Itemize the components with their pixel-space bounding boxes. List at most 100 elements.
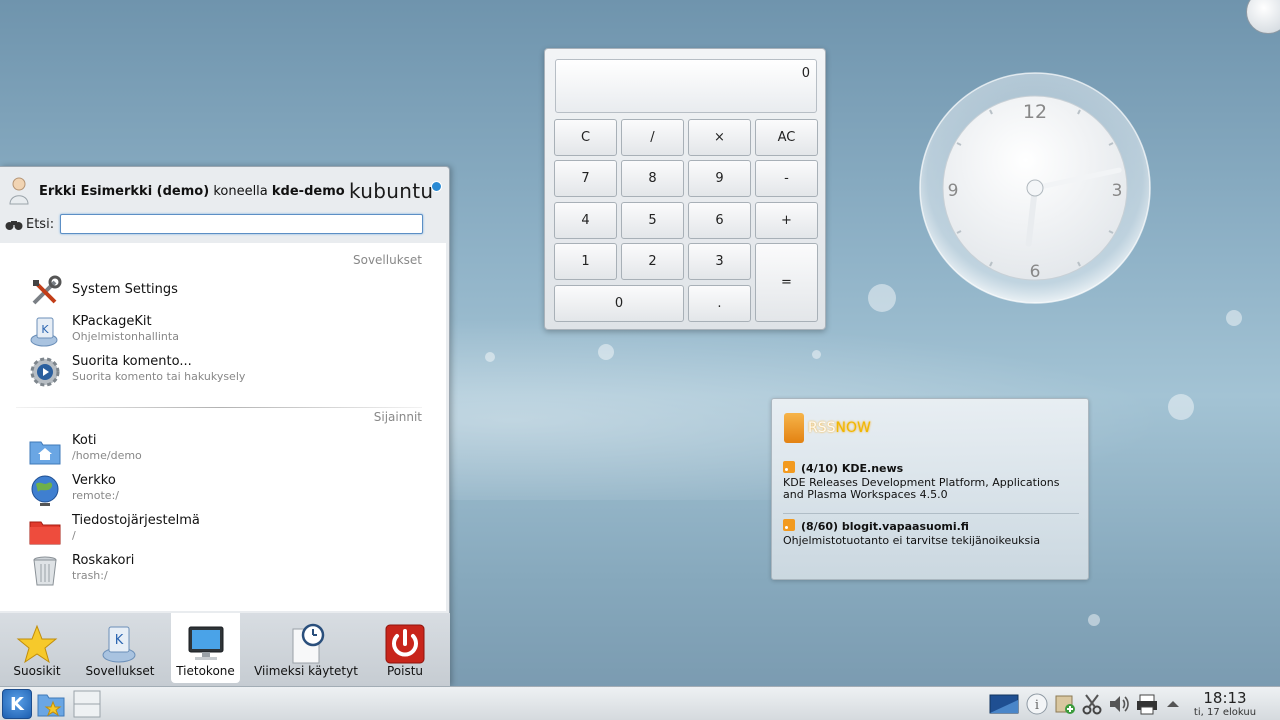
- rssnow-logo: RSSNOW: [784, 413, 871, 443]
- rss-feed-icon: [783, 461, 795, 473]
- analog-clock-widget[interactable]: 12 3 6 9: [919, 72, 1151, 304]
- list-item-system-settings[interactable]: System Settings: [28, 273, 428, 311]
- tab-applications[interactable]: K Sovellukset: [78, 613, 162, 683]
- panel-clock-time[interactable]: 18:13: [1190, 689, 1260, 707]
- globe-network-icon: [31, 475, 59, 506]
- search-label: Etsi:: [26, 217, 55, 232]
- list-item-title: KPackageKit: [72, 314, 152, 329]
- rssnow-widget[interactable]: RSSNOW (4/10) KDE.news KDE Releases Deve…: [771, 398, 1089, 580]
- clock-numeral-3: 3: [1112, 181, 1123, 201]
- wallpaper-bubble: [598, 344, 614, 360]
- wallpaper-bubble: [812, 350, 821, 359]
- clock-center: [1026, 179, 1044, 197]
- device-notifier-icon[interactable]: [1053, 692, 1077, 716]
- calculator-display: 0: [555, 59, 817, 113]
- tab-computer[interactable]: Tietokone: [171, 613, 240, 683]
- kubuntu-logo: kubuntu: [349, 179, 434, 203]
- rss-item-title[interactable]: (8/60) blogit.vapaasuomi.fi: [801, 520, 969, 533]
- list-item-trash[interactable]: Roskakori trash:/: [28, 552, 428, 590]
- kpackagekit-icon: K: [30, 317, 58, 347]
- list-item-filesystem[interactable]: Tiedostojärjestelmä /: [28, 512, 428, 550]
- panel-clock-date[interactable]: ti, 17 elokuu: [1180, 707, 1270, 718]
- list-item-title: Suorita komento...: [72, 354, 192, 369]
- system-settings-icon: [32, 275, 62, 305]
- taskbar-panel: K i 18:13 ti, 17 elokuu: [0, 686, 1280, 720]
- calc-button-8[interactable]: 8: [621, 160, 684, 197]
- tab-label: Poistu: [386, 664, 424, 678]
- list-item-subtitle: remote:/: [72, 489, 119, 502]
- kickoff-results-list: Sovellukset System Settings K KPackageKi…: [0, 243, 446, 611]
- rssnow-logo-now: NOW: [835, 420, 871, 436]
- recent-documents-clock-icon: [292, 623, 325, 664]
- calc-button-multiply[interactable]: ×: [688, 119, 751, 156]
- calc-button-4[interactable]: 4: [554, 202, 617, 239]
- kickoff-user-line: Erkki Esimerkki (demo) koneella kde-demo: [39, 184, 345, 199]
- svg-text:K: K: [115, 633, 124, 648]
- tab-favorites[interactable]: Suosikit: [0, 613, 74, 683]
- calc-button-equals[interactable]: =: [755, 243, 818, 322]
- tab-label: Viimeksi käytetyt: [254, 664, 358, 678]
- list-item-kpackagekit[interactable]: K KPackageKit Ohjelmistonhallinta: [28, 313, 428, 351]
- kickoff-launcher-button[interactable]: K: [2, 689, 32, 719]
- kickoff-header: Erkki Esimerkki (demo) koneella kde-demo…: [0, 167, 450, 215]
- klipper-scissors-icon[interactable]: [1080, 692, 1104, 716]
- user-name: Erkki Esimerkki (demo): [39, 184, 210, 199]
- pager-icon[interactable]: [72, 689, 102, 719]
- list-item-title: Verkko: [72, 473, 116, 488]
- calc-button-7[interactable]: 7: [554, 160, 617, 197]
- folder-star-icon[interactable]: [36, 689, 66, 719]
- rss-feed-icon: [784, 413, 804, 443]
- calc-button-all-clear[interactable]: AC: [755, 119, 818, 156]
- search-input[interactable]: [60, 214, 423, 234]
- calc-button-0[interactable]: 0: [554, 285, 684, 322]
- clock-numeral-9: 9: [948, 181, 959, 201]
- computer-monitor-icon: [188, 626, 223, 660]
- list-item-network[interactable]: Verkko remote:/: [28, 472, 428, 510]
- list-item-title: Tiedostojärjestelmä: [72, 513, 200, 528]
- calc-button-1[interactable]: 1: [554, 243, 617, 280]
- list-item-subtitle: Suorita komento tai hakukysely: [72, 370, 246, 383]
- rss-item[interactable]: (8/60) blogit.vapaasuomi.fi Ohjelmistotu…: [783, 519, 1079, 547]
- tab-label: Sovellukset: [85, 664, 155, 678]
- svg-text:i: i: [1035, 698, 1039, 713]
- calc-button-5[interactable]: 5: [621, 202, 684, 239]
- host-name: kde-demo: [271, 184, 345, 199]
- home-folder-icon: [29, 441, 61, 465]
- calc-button-2[interactable]: 2: [621, 243, 684, 280]
- wallpaper-bubble: [1226, 310, 1242, 326]
- wallpaper-bubble: [1088, 614, 1100, 626]
- tab-recently-used[interactable]: Viimeksi käytetyt: [250, 613, 362, 683]
- calc-button-minus[interactable]: -: [755, 160, 818, 197]
- star-icon: [16, 624, 58, 664]
- tab-leave[interactable]: Poistu: [370, 613, 440, 683]
- clock-numeral-12: 12: [1023, 101, 1047, 123]
- desktop-toolbox-cashew[interactable]: [1246, 0, 1280, 34]
- rss-item-title[interactable]: (4/10) KDE.news: [801, 462, 903, 475]
- calc-button-9[interactable]: 9: [688, 160, 751, 197]
- list-item-subtitle: /home/demo: [72, 449, 142, 462]
- tab-label: Tietokone: [176, 664, 235, 678]
- calc-button-clear[interactable]: C: [554, 119, 617, 156]
- user-on-label: koneella: [213, 184, 268, 199]
- list-item-title: System Settings: [72, 282, 178, 297]
- info-icon[interactable]: i: [1025, 692, 1049, 716]
- section-header-places: Sijainnit: [373, 410, 422, 424]
- list-item-run-command[interactable]: Suorita komento... Suorita komento tai h…: [28, 353, 428, 391]
- list-item-subtitle: trash:/: [72, 569, 108, 582]
- tab-label: Suosikit: [13, 664, 61, 678]
- rss-item[interactable]: (4/10) KDE.news KDE Releases Development…: [783, 461, 1079, 501]
- calc-button-divide[interactable]: /: [621, 119, 684, 156]
- list-item-home[interactable]: Koti /home/demo: [28, 432, 428, 470]
- calc-button-plus[interactable]: +: [755, 202, 818, 239]
- show-desktop-icon[interactable]: [989, 692, 1019, 716]
- user-avatar-icon: [9, 177, 29, 205]
- volume-speaker-icon[interactable]: [1107, 692, 1131, 716]
- calc-button-6[interactable]: 6: [688, 202, 751, 239]
- rssnow-logo-rss: RSS: [808, 420, 836, 436]
- printer-icon[interactable]: [1135, 692, 1159, 716]
- calc-button-decimal[interactable]: .: [688, 285, 751, 322]
- calc-button-3[interactable]: 3: [688, 243, 751, 280]
- calculator-widget[interactable]: 0 C / × AC 7 8 9 - 4 5 6 + 1 2 3 = 0 .: [544, 48, 826, 330]
- binoculars-icon: [5, 221, 23, 230]
- kickoff-menu[interactable]: Erkki Esimerkki (demo) koneella kde-demo…: [0, 166, 450, 687]
